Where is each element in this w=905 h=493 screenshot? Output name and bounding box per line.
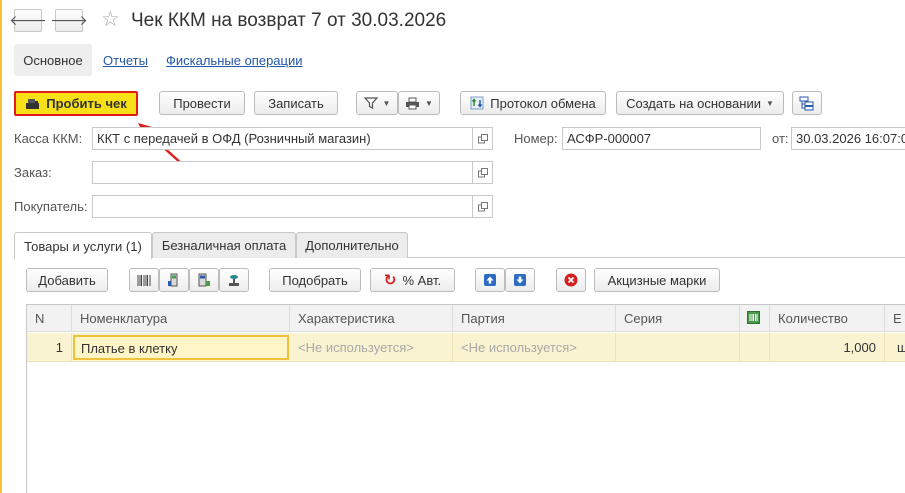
add-row-button[interactable]: Добавить <box>26 268 108 292</box>
column-header-unit[interactable]: Е <box>885 305 905 332</box>
delete-icon <box>564 273 578 287</box>
page-title: Чек ККМ на возврат 7 от 30.03.2026 <box>131 10 447 31</box>
open-form-icon <box>477 133 488 143</box>
excise-mark-icon <box>747 311 760 324</box>
print-receipt-label: Пробить чек <box>46 96 127 111</box>
dropdown-caret-icon: ▼ <box>425 98 433 108</box>
date-label: от: <box>772 131 789 146</box>
column-header-quantity[interactable]: Количество <box>770 305 885 332</box>
exchange-log-label: Протокол обмена <box>490 95 596 111</box>
open-form-icon <box>477 201 488 211</box>
create-based-on-button[interactable]: Создать на основании ▼ <box>616 91 784 115</box>
scales-button[interactable] <box>219 268 249 292</box>
left-accent-bar <box>0 0 2 493</box>
auto-discount-label: % Авт. <box>402 272 442 288</box>
buyer-open-button[interactable] <box>473 195 493 218</box>
scanner-button[interactable] <box>159 268 189 292</box>
section-fiscal-link[interactable]: Фискальные операции <box>166 53 303 68</box>
move-up-button[interactable] <box>475 268 505 292</box>
post-button[interactable]: Провести <box>159 91 245 115</box>
order-field[interactable] <box>92 161 473 184</box>
exchange-arrows-icon <box>470 96 484 110</box>
printer-icon <box>405 97 420 110</box>
buyer-label: Покупатель: <box>14 199 88 214</box>
tsd-button[interactable] <box>189 268 219 292</box>
refresh-icon: ↻ <box>383 272 397 289</box>
save-button[interactable]: Записать <box>254 91 338 115</box>
row-number: 1 <box>27 333 72 362</box>
filter-dropdown-button[interactable]: ▼ <box>356 91 398 115</box>
section-main[interactable]: Основное <box>14 44 92 76</box>
mark-cell[interactable] <box>740 333 770 362</box>
characteristic-cell[interactable]: <Не используется> <box>290 333 453 362</box>
order-label: Заказ: <box>14 165 52 180</box>
column-header-series[interactable]: Серия <box>616 305 740 332</box>
open-form-icon <box>477 167 488 177</box>
number-field[interactable]: АСФР-000007 <box>562 127 761 150</box>
column-header-batch[interactable]: Партия <box>453 305 616 332</box>
column-header-mark[interactable] <box>740 305 770 332</box>
quantity-cell[interactable]: 1,000 <box>770 333 885 362</box>
favorite-star-icon[interactable]: ☆ <box>101 8 120 31</box>
create-based-on-label: Создать на основании <box>626 95 761 111</box>
scales-icon <box>229 275 239 286</box>
move-down-button[interactable] <box>505 268 535 292</box>
nomenclature-cell-input[interactable]: Платье в клетку <box>73 335 289 360</box>
number-label: Номер: <box>514 131 558 146</box>
arrow-down-icon <box>514 274 526 286</box>
kassa-open-button[interactable] <box>473 127 493 150</box>
tab-additional[interactable]: Дополнительно <box>296 232 408 258</box>
pick-button[interactable]: Подобрать <box>269 268 361 292</box>
arrow-up-icon <box>484 274 496 286</box>
hierarchy-icon <box>799 96 815 111</box>
data-terminal-icon <box>168 273 178 287</box>
column-header-nomenclature[interactable]: Номенклатура <box>72 305 290 332</box>
device-icon <box>198 273 210 287</box>
dropdown-caret-icon: ▼ <box>382 98 391 108</box>
cash-register-icon <box>25 98 40 110</box>
structure-button[interactable] <box>792 91 822 115</box>
series-cell[interactable] <box>616 333 740 362</box>
column-header-n[interactable]: N <box>27 305 72 332</box>
batch-cell[interactable]: <Не используется> <box>453 333 616 362</box>
print-receipt-button[interactable]: Пробить чек <box>14 91 138 116</box>
forward-button[interactable]: 🡒 <box>50 9 88 32</box>
unit-cell[interactable]: ш <box>885 333 905 362</box>
tab-cashless-payment[interactable]: Безналичная оплата <box>152 232 296 258</box>
section-reports-link[interactable]: Отчеты <box>103 53 148 68</box>
barcode-icon <box>137 274 151 286</box>
kassa-field[interactable]: ККТ с передачей в ОФД (Розничный магазин… <box>92 127 473 150</box>
kassa-label: Касса ККМ: <box>14 131 83 146</box>
tab-goods-services[interactable]: Товары и услуги (1) <box>14 232 152 259</box>
print-dropdown-button[interactable]: ▼ <box>398 91 440 115</box>
delete-row-button[interactable] <box>556 268 586 292</box>
date-field[interactable]: 30.03.2026 16:07:0 <box>791 127 905 150</box>
dropdown-caret-icon: ▼ <box>765 98 774 108</box>
order-open-button[interactable] <box>473 161 493 184</box>
exchange-log-button[interactable]: Протокол обмена <box>460 91 606 115</box>
funnel-icon <box>363 97 378 109</box>
excise-marks-button[interactable]: Акцизные марки <box>594 268 720 292</box>
back-button[interactable]: 🡐 <box>9 9 47 32</box>
auto-discount-button[interactable]: ↻ % Авт. <box>370 268 455 292</box>
buyer-field[interactable] <box>92 195 473 218</box>
column-header-characteristic[interactable]: Характеристика <box>290 305 453 332</box>
barcode-button[interactable] <box>129 268 159 292</box>
arrow-left-icon: 🡐 <box>9 12 47 28</box>
arrow-right-icon: 🡒 <box>50 12 88 28</box>
